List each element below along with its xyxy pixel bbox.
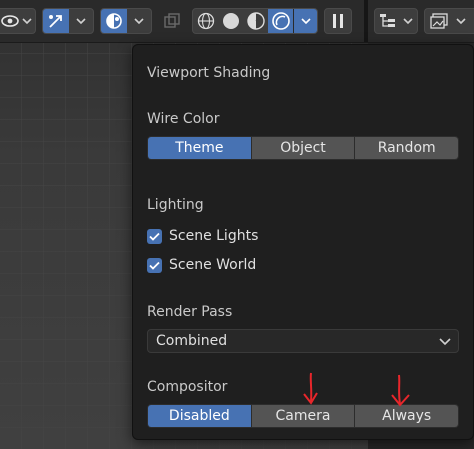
rendered-shading-button[interactable] — [268, 9, 293, 33]
popover-title: Viewport Shading — [147, 65, 271, 81]
gizmo-icon — [49, 15, 62, 28]
chevron-down-icon — [439, 338, 451, 346]
wireframe-sphere-icon — [197, 12, 214, 30]
overlays-dropdown[interactable] — [100, 8, 152, 34]
chevron-down-icon — [127, 9, 151, 33]
filter-dropdown[interactable] — [424, 8, 474, 34]
area-divider[interactable] — [364, 0, 368, 42]
shading-options-dropdown[interactable] — [293, 9, 317, 33]
overlays-icon — [106, 13, 122, 29]
annotation-arrow — [391, 374, 410, 407]
chevron-down-icon — [20, 9, 34, 33]
checkmark-icon — [149, 261, 160, 270]
chevron-down-icon — [300, 18, 311, 25]
solid-sphere-icon — [222, 13, 239, 29]
overlays-toggle-button[interactable] — [101, 9, 127, 33]
scene-lights-checkbox-row[interactable]: Scene Lights — [147, 228, 258, 244]
wire-color-object-option[interactable]: Object — [251, 137, 356, 159]
solid-shading-button[interactable] — [218, 9, 243, 33]
xray-toggle-button[interactable] — [160, 9, 184, 33]
gizmo-dropdown[interactable] — [42, 8, 94, 34]
pause-button[interactable] — [324, 8, 352, 34]
checkmark-icon — [149, 232, 160, 241]
compositor-label: Compositor — [147, 379, 228, 395]
material-sphere-icon — [246, 12, 265, 30]
chevron-down-icon — [453, 9, 469, 33]
scene-world-checkbox-row[interactable]: Scene World — [147, 257, 256, 273]
wire-color-selector: Theme Object Random — [147, 136, 459, 160]
compositor-disabled-option[interactable]: Disabled — [148, 405, 252, 427]
pause-icon — [333, 14, 343, 28]
scene-lights-checkbox[interactable] — [147, 228, 162, 244]
display-mode-dropdown[interactable] — [374, 8, 418, 34]
wire-color-random-option[interactable]: Random — [355, 137, 458, 159]
scene-world-label: Scene World — [169, 257, 257, 273]
xray-icon — [164, 13, 180, 28]
wire-color-label: Wire Color — [147, 111, 220, 127]
viewport-header — [0, 0, 474, 43]
shading-mode-group — [192, 8, 318, 34]
compositor-always-option[interactable]: Always — [355, 405, 458, 427]
visibility-dropdown[interactable] — [0, 8, 36, 34]
render-pass-label: Render Pass — [147, 304, 233, 320]
compositor-camera-option[interactable]: Camera — [251, 405, 356, 427]
chevron-down-icon — [401, 9, 415, 33]
gizmo-toggle-button[interactable] — [43, 9, 69, 33]
material-shading-button[interactable] — [243, 9, 268, 33]
scene-world-checkbox[interactable] — [147, 257, 162, 273]
outliner-tree-icon — [375, 9, 401, 33]
render-pass-dropdown[interactable]: Combined — [147, 329, 459, 353]
chevron-down-icon — [69, 9, 93, 33]
lighting-label: Lighting — [147, 197, 204, 213]
annotation-arrow — [303, 372, 318, 405]
rendered-sphere-icon — [271, 12, 290, 30]
render-pass-value: Combined — [156, 333, 228, 349]
eye-icon — [0, 9, 20, 33]
scene-lights-label: Scene Lights — [169, 228, 259, 244]
image-filter-icon — [425, 9, 453, 33]
wire-color-theme-option[interactable]: Theme — [148, 137, 252, 159]
wireframe-shading-button[interactable] — [193, 9, 218, 33]
